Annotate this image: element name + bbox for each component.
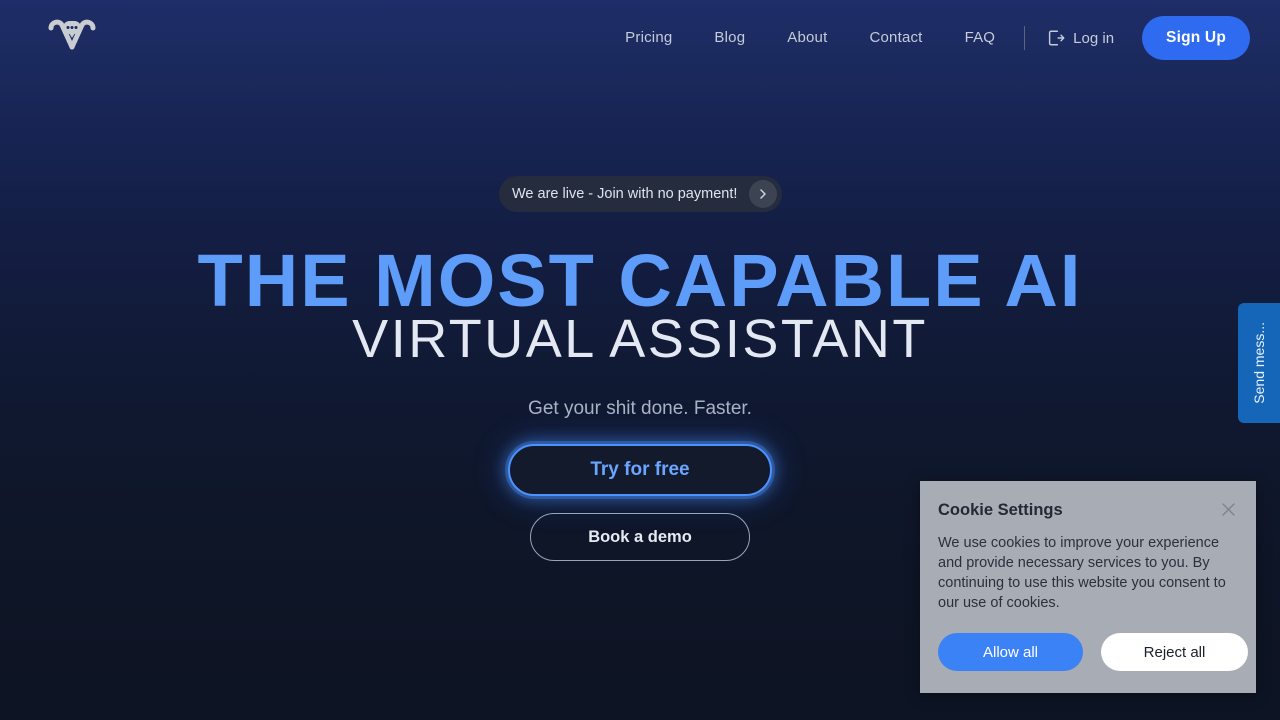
cookie-close-button[interactable] [1218,499,1238,519]
send-message-tab-label: Send mess... [1251,322,1267,404]
cookie-dialog-header: Cookie Settings [938,501,1238,520]
book-a-demo-button[interactable]: Book a demo [530,513,750,561]
announcement-text: We are live - Join with no payment! [512,186,738,202]
chevron-right-icon [760,189,766,199]
send-message-tab[interactable]: Send mess... [1238,303,1280,423]
page-title-line-2: VIRTUAL ASSISTANT [352,309,928,369]
reject-all-button[interactable]: Reject all [1101,633,1248,671]
allow-all-button[interactable]: Allow all [938,633,1083,671]
cookie-dialog-title: Cookie Settings [938,501,1063,519]
try-for-free-button[interactable]: Try for free [508,444,772,496]
close-icon [1221,502,1235,516]
announcement-banner[interactable]: We are live - Join with no payment! [499,176,782,212]
hero-subtitle: Get your shit done. Faster. [528,398,752,419]
cookie-dialog-actions: Allow all Reject all [938,633,1248,671]
cookie-dialog-body-text: We use cookies to improve your experienc… [938,535,1226,611]
cookie-settings-dialog: Cookie Settings We use cookies to improv… [920,481,1256,693]
page-title-line-1: THE MOST CAPABLE AI [197,239,1083,322]
announcement-arrow-button[interactable] [749,180,777,208]
